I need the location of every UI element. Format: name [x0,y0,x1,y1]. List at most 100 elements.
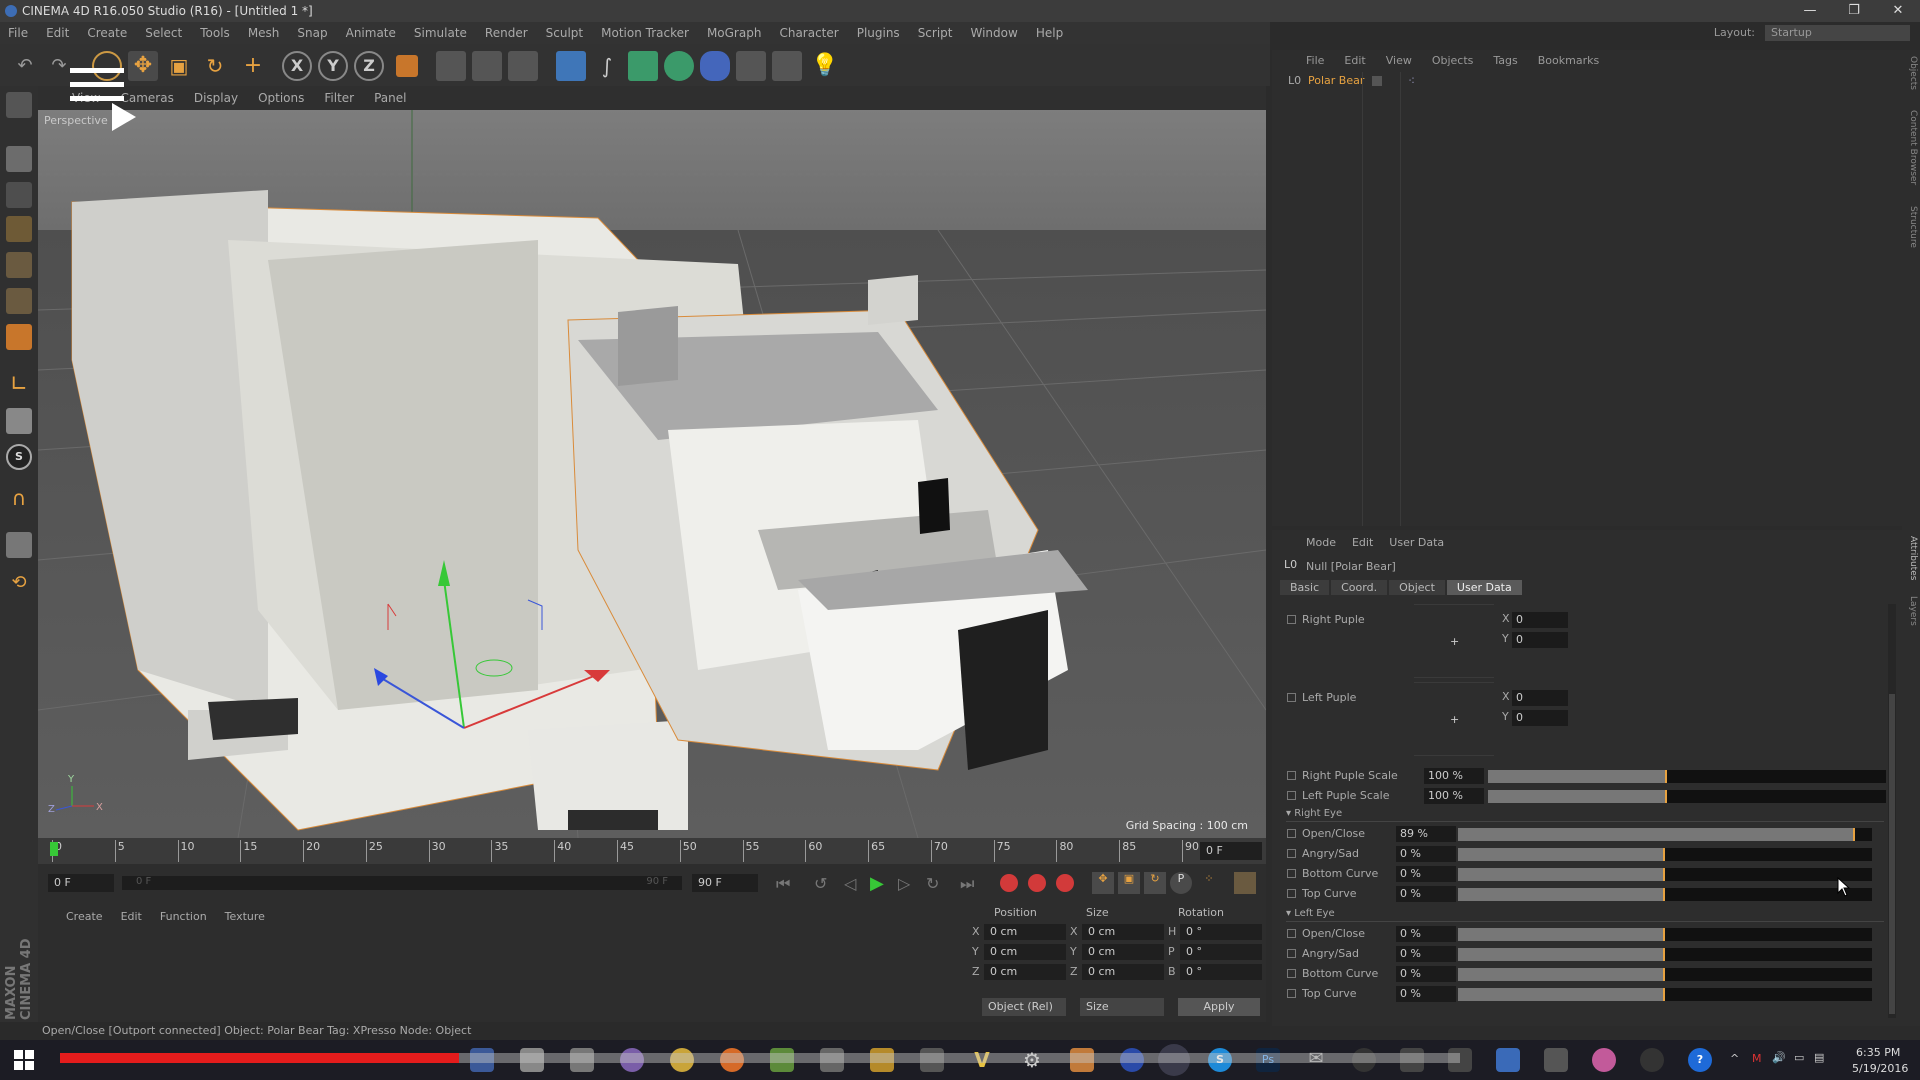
slider-value-field[interactable]: 89 % [1396,826,1456,842]
z-axis-lock-button[interactable]: Z [354,51,384,81]
prev-frame-icon[interactable]: ◁ [844,874,856,893]
menu-edit[interactable]: Edit [46,26,69,40]
slider-track[interactable] [1488,770,1886,783]
auto-key-icon[interactable] [1028,874,1046,892]
position-field[interactable]: 0 cm [984,944,1066,960]
attr-menu-mode[interactable]: Mode [1306,536,1336,549]
model-mode-icon[interactable] [6,146,32,172]
material-menu-texture[interactable]: Texture [225,910,265,923]
slider-value-field[interactable]: 0 % [1396,846,1456,862]
slider-track[interactable] [1458,928,1872,941]
collapse-triangle-icon[interactable]: ▾ [1286,808,1291,819]
keyframe-selection-icon[interactable] [1056,874,1074,892]
pupil-x-field[interactable]: 0 [1512,690,1568,706]
menu-plugins[interactable]: Plugins [857,26,900,40]
tab-coord[interactable]: Coord. [1331,580,1388,595]
menu-tools[interactable]: Tools [200,26,230,40]
cube-primitive-icon[interactable] [556,51,586,81]
key-parameter-icon[interactable]: P [1170,872,1192,894]
slider-track[interactable] [1458,968,1872,981]
rotation-field[interactable]: 0 ° [1180,964,1262,980]
key-position-icon[interactable]: ✥ [1092,872,1114,894]
menu-window[interactable]: Window [971,26,1018,40]
workplane-icon[interactable] [6,532,32,558]
rotation-field[interactable]: 0 ° [1180,944,1262,960]
animate-knob-icon[interactable] [1287,829,1296,838]
slider-value-field[interactable]: 0 % [1396,966,1456,982]
viewport-menu-options[interactable]: Options [258,91,304,105]
timeline-playhead[interactable] [50,842,58,856]
menu-animate[interactable]: Animate [346,26,396,40]
music-app-icon[interactable] [1592,1048,1616,1072]
slider-value-field[interactable]: 100 % [1424,788,1484,804]
points-mode-icon[interactable] [6,252,32,278]
side-tab-content-browser[interactable]: Content Browser [1904,110,1918,185]
animate-knob-icon[interactable] [1287,849,1296,858]
tray-chevron-icon[interactable]: ^ [1730,1052,1739,1065]
animate-knob-icon[interactable] [1287,949,1296,958]
spline-icon[interactable]: ∫ [592,51,622,81]
rotation-field[interactable]: 0 ° [1180,924,1262,940]
array-icon[interactable] [664,51,694,81]
slider-value-field[interactable]: 0 % [1396,926,1456,942]
animate-knob-icon[interactable] [1287,929,1296,938]
media-app-icon[interactable] [1544,1048,1568,1072]
menu-file[interactable]: File [8,26,28,40]
animate-knob-icon[interactable] [1287,791,1296,800]
maximize-button[interactable]: ❐ [1832,0,1876,22]
current-frame-field[interactable]: 0 F [1200,842,1262,860]
coordinate-system-icon[interactable] [396,55,418,77]
attr-scrollbar[interactable] [1888,604,1896,1018]
tab-basic[interactable]: Basic [1280,580,1330,595]
texture-mode-icon[interactable] [6,182,32,208]
animate-knob-icon[interactable] [1287,615,1296,624]
animate-knob-icon[interactable] [1287,693,1296,702]
animate-knob-icon[interactable] [1287,771,1296,780]
render-picture-viewer-icon[interactable] [472,51,502,81]
undo-icon[interactable]: ↶ [10,51,40,81]
menu-select[interactable]: Select [145,26,182,40]
size-field[interactable]: 0 cm [1082,944,1164,960]
close-button[interactable]: ✕ [1876,0,1920,22]
tweak-mode-icon[interactable] [6,408,32,434]
menu-sculpt[interactable]: Sculpt [546,26,583,40]
edges-mode-icon[interactable] [6,288,32,314]
collapse-triangle-icon[interactable]: ▾ [1286,908,1291,919]
next-key-icon[interactable]: ↻ [926,874,939,893]
attr-menu-user-data[interactable]: User Data [1389,536,1444,549]
render-settings-icon[interactable] [508,51,538,81]
visibility-toggle-icon[interactable] [1372,76,1382,86]
animate-knob-icon[interactable] [1287,869,1296,878]
camera-icon[interactable] [772,51,802,81]
snap-icon[interactable]: S [6,444,32,470]
start-windows-icon[interactable] [14,1050,34,1070]
slider-track[interactable] [1488,790,1886,803]
menu-snap[interactable]: Snap [297,26,327,40]
tray-network-icon[interactable]: ▭ [1794,1051,1804,1064]
menu-script[interactable]: Script [918,26,953,40]
floor-icon[interactable] [736,51,766,81]
obj-menu-file[interactable]: File [1306,54,1324,67]
x-axis-lock-button[interactable]: X [282,51,312,81]
pupil-x-field[interactable]: 0 [1512,612,1568,628]
help-icon[interactable]: ? [1688,1048,1712,1072]
material-menu-edit[interactable]: Edit [121,910,142,923]
position-field[interactable]: 0 cm [984,964,1066,980]
workplane-mode-icon[interactable] [6,216,32,242]
animate-knob-icon[interactable] [1287,989,1296,998]
pupil-2d-pad[interactable]: + [1414,604,1494,678]
layout-select[interactable]: Startup [1765,25,1910,41]
pupil-y-field[interactable]: 0 [1512,710,1568,726]
object-row[interactable]: L0 Polar Bear ⁖ [1272,72,1902,90]
side-tab-attributes[interactable]: Attributes [1904,536,1918,580]
material-menu-create[interactable]: Create [66,910,103,923]
locked-workplane-icon[interactable]: ⟲ [6,572,32,598]
slider-track[interactable] [1458,868,1872,881]
side-tab-layers[interactable]: Layers [1904,596,1918,626]
rotate-tool-icon[interactable]: ↻ [200,51,230,81]
viewport-menu-display[interactable]: Display [194,91,238,105]
animate-knob-icon[interactable] [1287,889,1296,898]
tab-user-data[interactable]: User Data [1446,580,1522,595]
size-field[interactable]: 0 cm [1082,964,1164,980]
deformer-icon[interactable] [700,51,730,81]
